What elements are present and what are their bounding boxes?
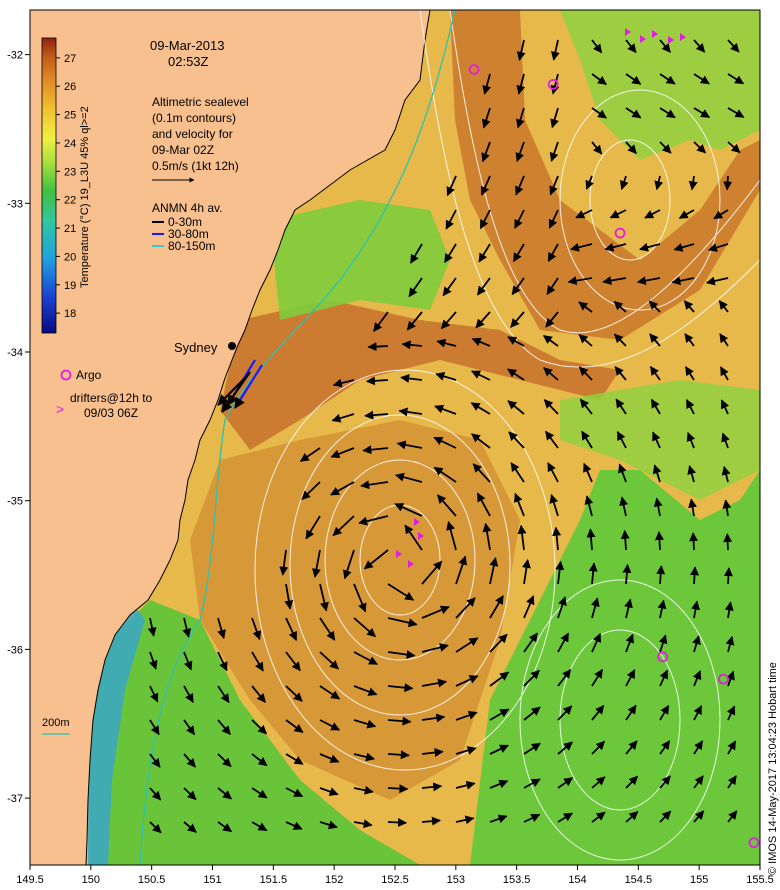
x-tick-label: 153.5 xyxy=(503,874,531,886)
x-tick-label: 154.5 xyxy=(625,874,653,886)
altimetry-line-3: and velocity for xyxy=(152,127,233,141)
colorbar-tick-label: 21 xyxy=(64,223,76,235)
velocity-arrow xyxy=(723,567,733,585)
colorbar-tick-label: 20 xyxy=(64,251,76,263)
anmn-title: ANMN 4h av. xyxy=(152,201,222,215)
velocity-arrow xyxy=(690,566,700,585)
credit-text: © IMOS 14-May-2017 13:04:23 Hobart time xyxy=(767,662,779,875)
colorbar-tick-label: 27 xyxy=(64,53,76,65)
x-axis: 149.5 150 150.5 151 151.5 152 152.5 153 153.5 154… xyxy=(16,865,774,886)
colorbar-tick-label: 19 xyxy=(64,280,76,292)
velocity-arrow xyxy=(723,533,733,551)
x-tick-label: 153 xyxy=(447,874,465,886)
x-tick-label: 152 xyxy=(325,874,343,886)
sydney-marker xyxy=(228,342,236,350)
map-date: 09-Mar-2013 xyxy=(150,38,224,53)
y-tick-label: -33 xyxy=(7,198,23,210)
y-axis: -32 -33 -34 -35 -36 -37 xyxy=(7,50,30,805)
sst-map: 27 26 25 24 23 22 21 20 19 18 Temperature (°C) 19… xyxy=(7,9,779,886)
x-tick-label: 152.5 xyxy=(381,874,409,886)
colorbar-tick-label: 25 xyxy=(64,110,76,122)
map-time: 02:53Z xyxy=(168,54,209,69)
colorbar-tick-label: 23 xyxy=(64,166,76,178)
svg-text:80-150m: 80-150m xyxy=(168,239,215,253)
velocity-arrow xyxy=(654,531,664,551)
x-tick-label: 155 xyxy=(690,874,708,886)
x-tick-label: 151.5 xyxy=(260,874,288,886)
isobath-label: 200m xyxy=(42,717,70,729)
altimetry-line-4: 09-Mar 02Z xyxy=(152,143,214,157)
label-sydney: Sydney xyxy=(174,340,218,355)
x-tick-label: 151 xyxy=(203,874,221,886)
x-tick-label: 154 xyxy=(568,874,586,886)
x-tick-label: 149.5 xyxy=(16,874,44,886)
y-tick-label: -35 xyxy=(7,496,23,508)
drifter-legend-icon: > xyxy=(56,401,64,417)
x-tick-label: 150 xyxy=(82,874,100,886)
velocity-arrow xyxy=(367,342,389,352)
altimetry-line-5: 0.5m/s (1kt 12h) xyxy=(152,159,239,173)
altimetry-line-2: (0.1m contours) xyxy=(152,111,236,125)
y-tick-label: -32 xyxy=(7,50,23,62)
y-tick-label: -37 xyxy=(7,793,23,805)
drifter-legend-line2: 09/03 06Z xyxy=(84,406,138,420)
altimetry-line-1: Altimetric sealevel xyxy=(152,95,249,109)
velocity-arrow xyxy=(723,175,733,191)
colorbar xyxy=(41,37,57,334)
colorbar-tick-label: 26 xyxy=(64,81,76,93)
colorbar-tick-label: 24 xyxy=(64,138,76,150)
argo-legend-label: Argo xyxy=(76,368,102,382)
y-tick-label: -36 xyxy=(7,644,23,656)
x-tick-label: 150.5 xyxy=(138,874,166,886)
colorbar-label: Temperature (°C) 19_L3U 45% ql>=2 xyxy=(79,106,91,288)
y-tick-label: -34 xyxy=(7,347,23,359)
velocity-arrow xyxy=(387,817,408,827)
velocity-arrow xyxy=(387,784,409,794)
velocity-arrow xyxy=(620,529,630,551)
velocity-arrow xyxy=(689,532,699,551)
drifter-legend-line1: drifters@12h to xyxy=(70,391,153,405)
colorbar-tick-label: 22 xyxy=(64,195,76,207)
colorbar-tick-label: 18 xyxy=(64,308,76,320)
